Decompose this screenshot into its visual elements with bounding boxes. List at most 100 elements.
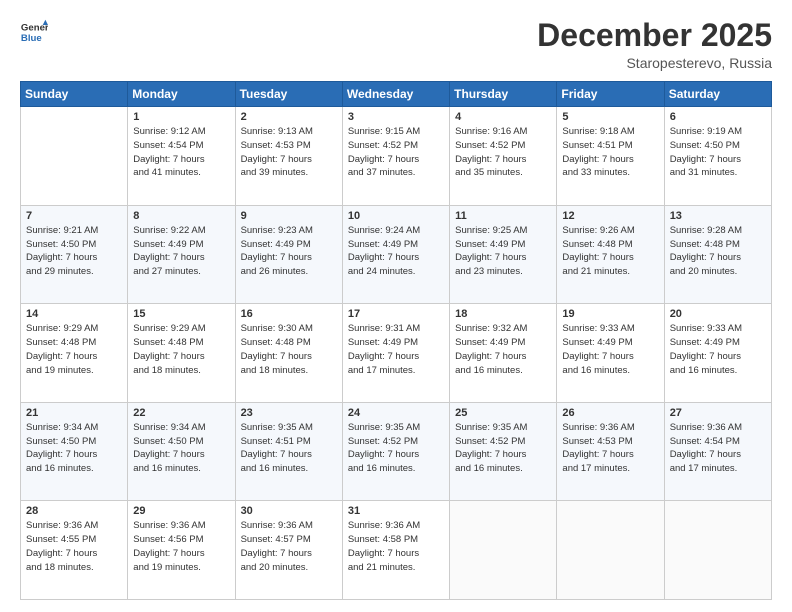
day-number: 6 <box>670 111 766 123</box>
header-saturday: Saturday <box>664 82 771 107</box>
day-info: Sunrise: 9:13 AM Sunset: 4:53 PM Dayligh… <box>241 125 337 180</box>
day-info: Sunrise: 9:29 AM Sunset: 4:48 PM Dayligh… <box>26 322 122 377</box>
day-info: Sunrise: 9:34 AM Sunset: 4:50 PM Dayligh… <box>26 421 122 476</box>
calendar-cell: 23 Sunrise: 9:35 AM Sunset: 4:51 PM Dayli… <box>235 402 342 501</box>
day-number: 24 <box>348 407 444 419</box>
calendar-cell: 2 Sunrise: 9:13 AM Sunset: 4:53 PM Daylig… <box>235 107 342 206</box>
calendar-cell: 24 Sunrise: 9:35 AM Sunset: 4:52 PM Dayli… <box>342 402 449 501</box>
day-number: 16 <box>241 308 337 320</box>
day-info: Sunrise: 9:31 AM Sunset: 4:49 PM Dayligh… <box>348 322 444 377</box>
day-info: Sunrise: 9:16 AM Sunset: 4:52 PM Dayligh… <box>455 125 551 180</box>
day-number: 5 <box>562 111 658 123</box>
calendar-cell: 14Sunrise: 9:29 AM Sunset: 4:48 PM Dayli… <box>21 304 128 403</box>
day-info: Sunrise: 9:24 AM Sunset: 4:49 PM Dayligh… <box>348 224 444 279</box>
day-info: Sunrise: 9:32 AM Sunset: 4:49 PM Dayligh… <box>455 322 551 377</box>
day-info: Sunrise: 9:30 AM Sunset: 4:48 PM Dayligh… <box>241 322 337 377</box>
calendar-cell: 22Sunrise: 9:34 AM Sunset: 4:50 PM Dayli… <box>128 402 235 501</box>
day-number: 29 <box>133 505 229 517</box>
day-number: 8 <box>133 210 229 222</box>
header-thursday: Thursday <box>450 82 557 107</box>
location: Staropesterevo, Russia <box>537 55 772 71</box>
day-info: Sunrise: 9:22 AM Sunset: 4:49 PM Dayligh… <box>133 224 229 279</box>
day-number: 21 <box>26 407 122 419</box>
day-number: 4 <box>455 111 551 123</box>
calendar-cell <box>450 501 557 600</box>
page: General Blue December 2025 Staropesterev… <box>0 0 792 612</box>
day-number: 31 <box>348 505 444 517</box>
day-info: Sunrise: 9:35 AM Sunset: 4:52 PM Dayligh… <box>348 421 444 476</box>
calendar-cell: 11Sunrise: 9:25 AM Sunset: 4:49 PM Dayli… <box>450 205 557 304</box>
logo-icon: General Blue <box>20 18 48 46</box>
calendar-cell: 31 Sunrise: 9:36 AM Sunset: 4:58 PM Dayli… <box>342 501 449 600</box>
calendar-cell: 18 Sunrise: 9:32 AM Sunset: 4:49 PM Dayli… <box>450 304 557 403</box>
calendar-cell: 9Sunrise: 9:23 AM Sunset: 4:49 PM Daylig… <box>235 205 342 304</box>
day-info: Sunrise: 9:15 AM Sunset: 4:52 PM Dayligh… <box>348 125 444 180</box>
week-row-3: 14Sunrise: 9:29 AM Sunset: 4:48 PM Dayli… <box>21 304 772 403</box>
day-info: Sunrise: 9:21 AM Sunset: 4:50 PM Dayligh… <box>26 224 122 279</box>
day-number: 3 <box>348 111 444 123</box>
calendar-cell: 30 Sunrise: 9:36 AM Sunset: 4:57 PM Dayli… <box>235 501 342 600</box>
calendar-cell: 17 Sunrise: 9:31 AM Sunset: 4:49 PM Dayli… <box>342 304 449 403</box>
calendar-cell: 29Sunrise: 9:36 AM Sunset: 4:56 PM Dayli… <box>128 501 235 600</box>
calendar-cell: 16 Sunrise: 9:30 AM Sunset: 4:48 PM Dayli… <box>235 304 342 403</box>
calendar-cell <box>664 501 771 600</box>
day-number: 15 <box>133 308 229 320</box>
logo: General Blue <box>20 18 48 46</box>
calendar-cell: 19Sunrise: 9:33 AM Sunset: 4:49 PM Dayli… <box>557 304 664 403</box>
day-number: 30 <box>241 505 337 517</box>
calendar-cell <box>557 501 664 600</box>
calendar-cell: 6 Sunrise: 9:19 AM Sunset: 4:50 PM Daylig… <box>664 107 771 206</box>
day-info: Sunrise: 9:25 AM Sunset: 4:49 PM Dayligh… <box>455 224 551 279</box>
day-info: Sunrise: 9:36 AM Sunset: 4:53 PM Dayligh… <box>562 421 658 476</box>
calendar-cell: 28Sunrise: 9:36 AM Sunset: 4:55 PM Dayli… <box>21 501 128 600</box>
calendar-cell: 26 Sunrise: 9:36 AM Sunset: 4:53 PM Dayli… <box>557 402 664 501</box>
weekday-header-row: Sunday Monday Tuesday Wednesday Thursday… <box>21 82 772 107</box>
day-info: Sunrise: 9:35 AM Sunset: 4:51 PM Dayligh… <box>241 421 337 476</box>
day-info: Sunrise: 9:28 AM Sunset: 4:48 PM Dayligh… <box>670 224 766 279</box>
day-info: Sunrise: 9:35 AM Sunset: 4:52 PM Dayligh… <box>455 421 551 476</box>
calendar-cell: 27 Sunrise: 9:36 AM Sunset: 4:54 PM Dayli… <box>664 402 771 501</box>
calendar-cell: 15 Sunrise: 9:29 AM Sunset: 4:48 PM Dayli… <box>128 304 235 403</box>
day-number: 18 <box>455 308 551 320</box>
calendar-cell: 13Sunrise: 9:28 AM Sunset: 4:48 PM Dayli… <box>664 205 771 304</box>
header-tuesday: Tuesday <box>235 82 342 107</box>
day-number: 22 <box>133 407 229 419</box>
day-number: 28 <box>26 505 122 517</box>
day-number: 7 <box>26 210 122 222</box>
day-info: Sunrise: 9:19 AM Sunset: 4:50 PM Dayligh… <box>670 125 766 180</box>
day-info: Sunrise: 9:36 AM Sunset: 4:54 PM Dayligh… <box>670 421 766 476</box>
day-info: Sunrise: 9:33 AM Sunset: 4:49 PM Dayligh… <box>670 322 766 377</box>
day-info: Sunrise: 9:29 AM Sunset: 4:48 PM Dayligh… <box>133 322 229 377</box>
day-number: 20 <box>670 308 766 320</box>
header-monday: Monday <box>128 82 235 107</box>
day-info: Sunrise: 9:18 AM Sunset: 4:51 PM Dayligh… <box>562 125 658 180</box>
month-title: December 2025 <box>537 18 772 53</box>
day-number: 26 <box>562 407 658 419</box>
day-info: Sunrise: 9:12 AM Sunset: 4:54 PM Dayligh… <box>133 125 229 180</box>
title-block: December 2025 Staropesterevo, Russia <box>537 18 772 71</box>
day-number: 27 <box>670 407 766 419</box>
header-friday: Friday <box>557 82 664 107</box>
calendar-cell: 12Sunrise: 9:26 AM Sunset: 4:48 PM Dayli… <box>557 205 664 304</box>
calendar-cell: 21 Sunrise: 9:34 AM Sunset: 4:50 PM Dayli… <box>21 402 128 501</box>
calendar-cell: 20 Sunrise: 9:33 AM Sunset: 4:49 PM Dayli… <box>664 304 771 403</box>
calendar-cell: 4 Sunrise: 9:16 AM Sunset: 4:52 PM Daylig… <box>450 107 557 206</box>
day-info: Sunrise: 9:36 AM Sunset: 4:58 PM Dayligh… <box>348 519 444 574</box>
week-row-2: 7 Sunrise: 9:21 AM Sunset: 4:50 PM Daylig… <box>21 205 772 304</box>
calendar-cell: 5 Sunrise: 9:18 AM Sunset: 4:51 PM Daylig… <box>557 107 664 206</box>
calendar-cell: 7 Sunrise: 9:21 AM Sunset: 4:50 PM Daylig… <box>21 205 128 304</box>
header-wednesday: Wednesday <box>342 82 449 107</box>
day-number: 10 <box>348 210 444 222</box>
calendar-cell: 25 Sunrise: 9:35 AM Sunset: 4:52 PM Dayli… <box>450 402 557 501</box>
calendar-cell <box>21 107 128 206</box>
day-info: Sunrise: 9:26 AM Sunset: 4:48 PM Dayligh… <box>562 224 658 279</box>
week-row-1: 1Sunrise: 9:12 AM Sunset: 4:54 PM Daylig… <box>21 107 772 206</box>
day-number: 23 <box>241 407 337 419</box>
calendar: Sunday Monday Tuesday Wednesday Thursday… <box>20 81 772 600</box>
day-number: 2 <box>241 111 337 123</box>
day-info: Sunrise: 9:23 AM Sunset: 4:49 PM Dayligh… <box>241 224 337 279</box>
header-sunday: Sunday <box>21 82 128 107</box>
day-number: 25 <box>455 407 551 419</box>
day-number: 17 <box>348 308 444 320</box>
day-info: Sunrise: 9:36 AM Sunset: 4:57 PM Dayligh… <box>241 519 337 574</box>
